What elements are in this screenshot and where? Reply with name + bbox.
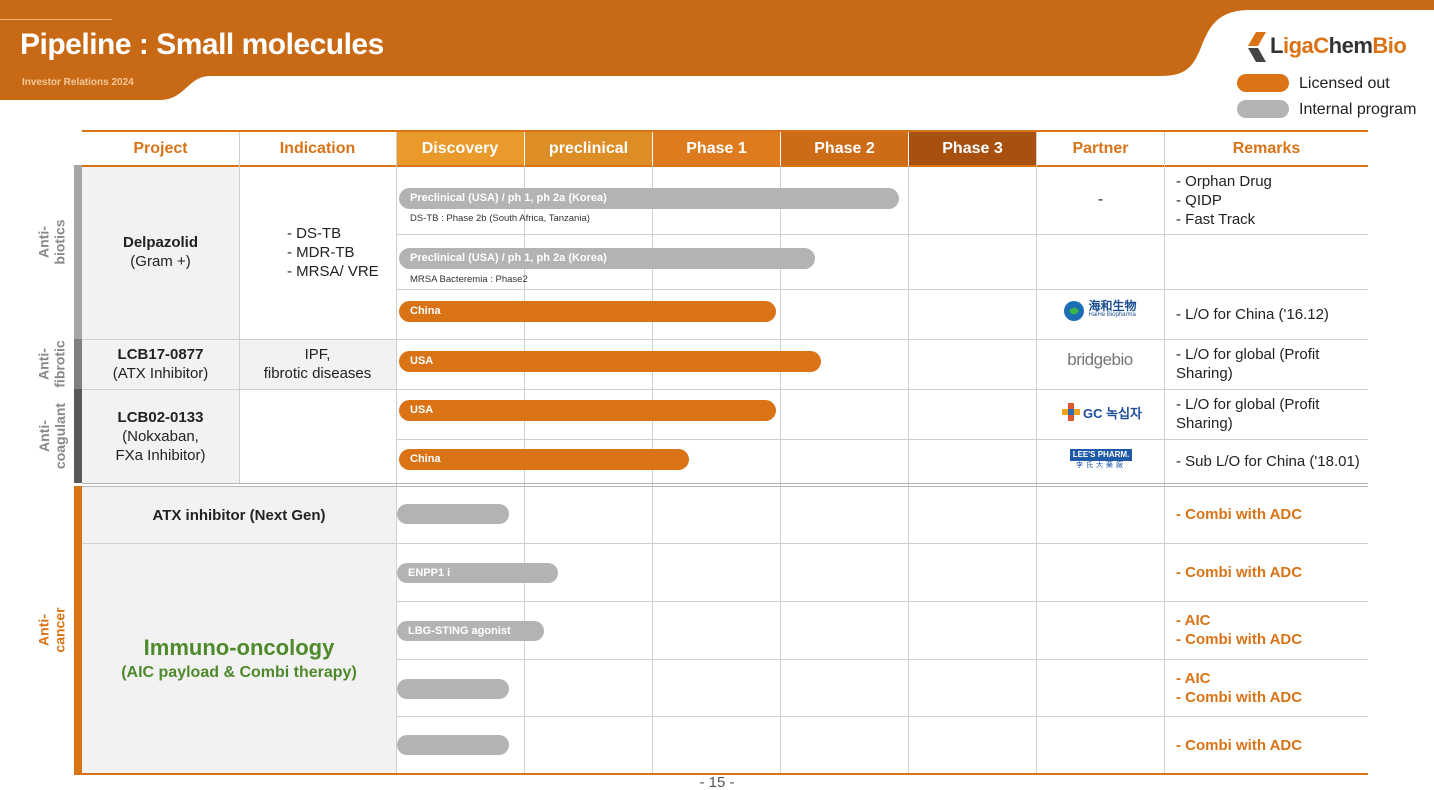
- grid-line: [82, 389, 1368, 390]
- gc-cross-icon: [1062, 403, 1080, 421]
- grid-line: [396, 234, 1368, 235]
- category-bar-anticoagulant: [74, 389, 82, 483]
- partner-gc-logo: GC 녹십자: [1062, 400, 1142, 424]
- legend-label: Internal program: [1299, 101, 1417, 118]
- note-delpazolid-dstb: DS-TB : Phase 2b (South Africa, Tanzania…: [410, 213, 590, 224]
- col-header-phase2: Phase 2: [781, 132, 908, 165]
- category-anticoagulant: Anti- coagulant: [36, 402, 68, 470]
- category-anticancer: Anti- cancer: [36, 607, 68, 653]
- legend-swatch-orange: [1237, 74, 1289, 92]
- remarks-io-4: - Combi with ADC: [1176, 737, 1303, 754]
- grid-line: [396, 716, 1368, 717]
- bar-delpazolid-dstb: Preclinical (USA) / ph 1, ph 2a (Korea): [399, 188, 899, 209]
- grid-line: [908, 165, 909, 774]
- project-delpazolid: Delpazolid (Gram +): [122, 234, 198, 270]
- col-header-indication: Indication: [239, 132, 396, 165]
- bar-lcb17-usa: USA: [399, 351, 821, 372]
- grid-line: [396, 659, 1368, 660]
- header-rule: [0, 19, 112, 20]
- partner-bridgebio-logo: bridgebio: [1067, 350, 1133, 369]
- project-lcb02-0133: LCB02-0133 (Nokxaban, FXa Inhibitor): [115, 408, 206, 464]
- project-atx-next-gen: ATX inhibitor (Next Gen): [152, 506, 326, 524]
- col-header-remarks: Remarks: [1165, 132, 1368, 165]
- remarks-io-2: - AIC - Combi with ADC: [1176, 612, 1303, 648]
- haihe-icon: [1064, 301, 1085, 321]
- category-antibiotics: Anti- biotics: [36, 219, 68, 265]
- legend-swatch-grey: [1237, 100, 1289, 118]
- indication-delpazolid: - DS-TB - MDR-TB - MRSA/ VRE: [287, 225, 379, 280]
- grid-line: [396, 601, 1368, 602]
- bar-enpp1: ENPP1 i: [397, 563, 558, 583]
- category-bar-antifibrotic: [74, 339, 82, 389]
- ligachembio-logo: LigaChemBio: [1244, 30, 1424, 64]
- project-immuno-oncology: Immuno-oncology (AIC payload & Combi the…: [121, 634, 357, 681]
- col-header-discovery: Discovery: [396, 132, 524, 165]
- logo-mark-icon: [1248, 32, 1266, 62]
- project-lcb17-0877: LCB17-0877 (ATX Inhibitor): [112, 346, 209, 382]
- logo-wordmark: LigaChemBio: [1270, 33, 1407, 58]
- bar-io-program-3: [397, 679, 509, 699]
- bar-delpazolid-mrsa: Preclinical (USA) / ph 1, ph 2a (Korea): [399, 248, 815, 269]
- bar-io-program-4: [397, 735, 509, 755]
- grid-line: [396, 439, 1368, 440]
- category-bar-antibiotics: [74, 165, 82, 339]
- legend-label: Licensed out: [1299, 75, 1390, 92]
- page-subtitle: Investor Relations 2024: [22, 77, 134, 88]
- remarks-atx-next-gen: - Combi with ADC: [1176, 506, 1303, 523]
- partner-lees-pharm-logo: LEE'S PHARM. 李氏大藥廠: [1066, 448, 1136, 470]
- page-number: - 15 -: [699, 774, 735, 790]
- remarks-io-1: - Combi with ADC: [1176, 564, 1303, 581]
- header: Pipeline : Small molecules Investor Rela…: [0, 0, 1434, 118]
- bar-lcb02-usa: USA: [399, 400, 776, 421]
- bar-atx-next-gen: [397, 504, 509, 524]
- category-bar-anticancer: [74, 486, 82, 775]
- col-header-phase3: Phase 3: [909, 132, 1036, 165]
- remarks-lcb02-global: - L/O for global (Profit Sharing): [1176, 396, 1320, 432]
- col-header-partner: Partner: [1037, 132, 1164, 165]
- remarks-delpazolid: - Orphan Drug - QIDP - Fast Track: [1176, 173, 1272, 228]
- bar-delpazolid-china: China: [399, 301, 776, 322]
- indication-lcb17-0877: IPF, fibrotic diseases: [263, 346, 372, 382]
- page-title: Pipeline : Small molecules: [20, 28, 384, 61]
- grid-line: [396, 289, 1368, 290]
- remarks-delpazolid-china: - L/O for China ('16.12): [1176, 306, 1329, 323]
- col-header-preclinical: preclinical: [525, 132, 652, 165]
- grid-line: [1164, 132, 1165, 774]
- col-header-phase1: Phase 1: [653, 132, 780, 165]
- bar-lbg-sting: LBG-STING agonist: [397, 621, 544, 641]
- table-header-rule: [82, 165, 1368, 167]
- legend-licensed-out: Licensed out: [1237, 73, 1427, 93]
- col-header-project: Project: [82, 132, 239, 165]
- remarks-lcb17: - L/O for global (Profit Sharing): [1176, 346, 1320, 382]
- legend-internal-program: Internal program: [1237, 99, 1427, 119]
- remarks-lcb02-china: - Sub L/O for China ('18.01): [1176, 453, 1360, 470]
- grid-line: [1036, 132, 1037, 774]
- partner-haihe-logo: 海和生物 HaiHe Biopharma: [1060, 298, 1140, 324]
- bar-lcb02-china: China: [399, 449, 689, 470]
- grid-line: [239, 132, 240, 483]
- category-antifibrotic: Anti- fibrotic: [36, 340, 69, 388]
- remarks-io-3: - AIC - Combi with ADC: [1176, 670, 1303, 706]
- partner-delpazolid-none: -: [1097, 191, 1104, 208]
- note-delpazolid-mrsa: MRSA Bacteremia : Phase2: [410, 274, 528, 285]
- grid-line: [82, 483, 1368, 484]
